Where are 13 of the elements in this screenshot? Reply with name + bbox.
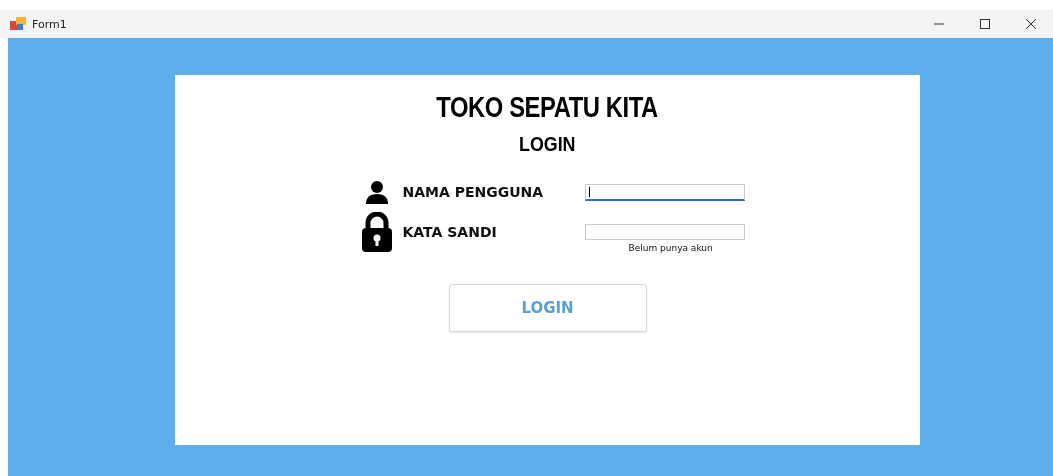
store-title: TOKO SEPATU KITA	[436, 91, 659, 124]
input-field[interactable]	[584, 224, 745, 240]
user-icon	[364, 180, 389, 204]
lock-icon	[361, 212, 392, 252]
register-link[interactable]: Belum punya akun	[628, 243, 713, 253]
maximize-icon[interactable]	[979, 18, 991, 30]
field-label: NAMA PENGGUNA	[402, 184, 545, 200]
app-icon	[10, 17, 26, 31]
input-field[interactable]	[584, 183, 745, 201]
field-label: KATA SANDI	[402, 224, 498, 240]
window-title: Form1	[32, 17, 67, 31]
close-icon[interactable]	[1025, 18, 1037, 30]
login-heading: LOGIN	[519, 132, 576, 156]
